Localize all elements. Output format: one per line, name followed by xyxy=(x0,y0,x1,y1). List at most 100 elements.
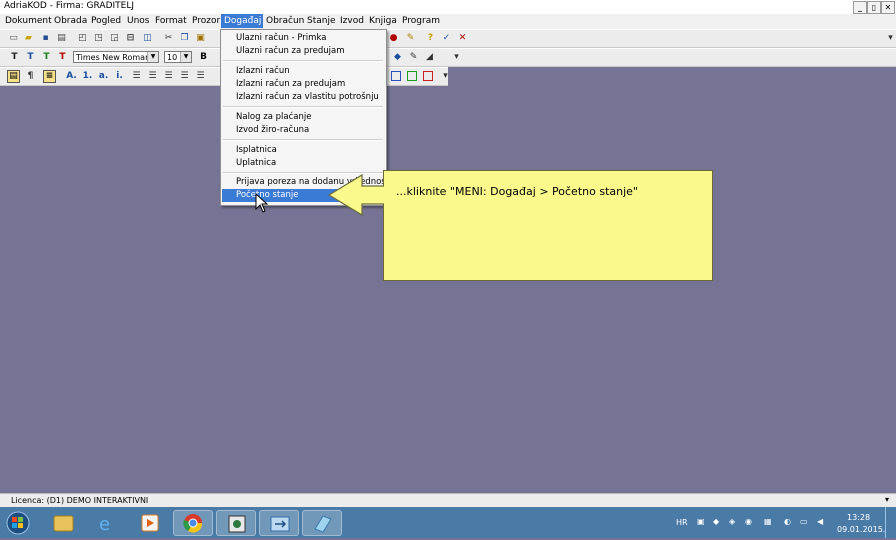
brush-icon[interactable]: ✎ xyxy=(408,52,419,63)
help-icon[interactable]: ? xyxy=(425,33,436,44)
zoom-out-icon[interactable]: ◲ xyxy=(109,33,120,44)
border-green-icon[interactable] xyxy=(407,71,417,81)
print-icon[interactable]: ▤ xyxy=(56,33,67,44)
clock-date[interactable]: 09.01.2015. xyxy=(837,525,885,534)
status-bar: Licenca: (D1) DEMO INTERAKTIVNI ▾ xyxy=(0,493,896,508)
tray-flag-icon[interactable]: ◐ xyxy=(784,517,791,526)
border-blue-icon[interactable] xyxy=(391,71,401,81)
tray-device-icon[interactable]: ▦ xyxy=(764,517,772,526)
tray-update-icon[interactable]: ◉ xyxy=(745,517,752,526)
toolbar-overflow-icon[interactable]: ▾ xyxy=(451,52,462,63)
mouse-pointer-icon xyxy=(255,193,269,213)
pen-icon[interactable]: ✎ xyxy=(405,33,416,44)
menu-separator xyxy=(223,60,383,62)
text-box-icon[interactable]: ≡ xyxy=(43,70,56,83)
paste-icon[interactable]: ▣ xyxy=(195,33,206,44)
tray-app-icon[interactable]: ◆ xyxy=(713,517,719,526)
minimize-button[interactable]: _ xyxy=(853,1,867,14)
tray-display-icon[interactable]: ▭ xyxy=(800,517,808,526)
heading1-icon[interactable]: A. xyxy=(66,71,77,82)
toolbar-overflow-icon[interactable]: ▾ xyxy=(885,33,896,44)
zoom-in-icon[interactable]: ◳ xyxy=(93,33,104,44)
record-icon[interactable]: ● xyxy=(388,33,399,44)
style-t3-icon[interactable]: T xyxy=(41,52,52,63)
heading2-icon[interactable]: a. xyxy=(98,71,109,82)
menu-item-izvod-ziro-racuna[interactable]: Izvod žiro-računa xyxy=(236,125,309,135)
menu-item-uplatnica[interactable]: Uplatnica xyxy=(236,158,276,168)
restore-button[interactable]: ▯ xyxy=(867,1,881,14)
border-red-icon[interactable] xyxy=(423,71,433,81)
menu-item-izlazni-racun-vlastita-potrosnja[interactable]: Izlazni račun za vlastitu potrošnju xyxy=(236,92,379,102)
media-player-icon[interactable] xyxy=(130,510,170,536)
menu-item-izlazni-racun-predujam[interactable]: Izlazni račun za predujam xyxy=(236,79,345,89)
explorer-task[interactable] xyxy=(43,510,83,536)
menu-item-ulazni-racun-predujam[interactable]: Ulazni račun za predujam xyxy=(236,46,345,56)
display-icon[interactable]: ▤ xyxy=(7,70,20,83)
menu-item-izlazni-racun[interactable]: Izlazni račun xyxy=(236,66,290,76)
menu-dogadaj[interactable]: Događaj xyxy=(221,14,264,28)
svg-text:e: e xyxy=(99,514,110,535)
font-name-select[interactable]: Times New Roman ▼ xyxy=(73,51,159,63)
save-icon[interactable]: ▪ xyxy=(40,33,51,44)
list-bullet-icon[interactable]: ☰ xyxy=(147,71,158,82)
toolbar-overflow-icon[interactable]: ▾ xyxy=(440,71,451,82)
menu-prozor[interactable]: Prozor xyxy=(192,16,220,26)
menu-item-nalog-za-placanje[interactable]: Nalog za plaćanje xyxy=(236,112,311,122)
style-t4-icon[interactable]: T xyxy=(57,52,68,63)
show-desktop-button[interactable] xyxy=(885,507,896,538)
page-icon[interactable]: ⊟ xyxy=(125,33,136,44)
columns-icon[interactable]: ◫ xyxy=(142,33,153,44)
menu-knjiga[interactable]: Knjiga xyxy=(369,16,397,26)
close-button[interactable]: ✕ xyxy=(881,1,895,14)
callout-arrow-icon xyxy=(327,173,384,217)
paragraph-icon[interactable]: ¶ xyxy=(25,71,36,82)
menu-pogled[interactable]: Pogled xyxy=(91,16,121,26)
menu-izvod[interactable]: Izvod xyxy=(340,16,364,26)
check-icon[interactable]: ✓ xyxy=(441,33,452,44)
bold-button[interactable]: B xyxy=(198,52,209,63)
align-icon[interactable]: ☰ xyxy=(195,71,206,82)
menu-obrada[interactable]: Obrada xyxy=(54,16,87,26)
menu-bar: Dokument Obrada Pogled Unos Format Prozo… xyxy=(0,14,896,29)
language-indicator[interactable]: HR xyxy=(676,518,688,527)
eraser-icon[interactable]: ◢ xyxy=(424,52,435,63)
style-t1-icon[interactable]: T xyxy=(9,52,20,63)
color-fill-icon[interactable]: ◆ xyxy=(392,52,403,63)
start-button[interactable] xyxy=(2,510,32,536)
copy-icon[interactable]: ❐ xyxy=(179,33,190,44)
delete-icon[interactable]: ✕ xyxy=(457,33,468,44)
menu-item-isplatnica[interactable]: Isplatnica xyxy=(236,145,277,155)
menu-program[interactable]: Program xyxy=(402,16,440,26)
cut-icon[interactable]: ✂ xyxy=(163,33,174,44)
menu-unos[interactable]: Unos xyxy=(127,16,150,26)
numbered1-icon[interactable]: 1. xyxy=(82,71,93,82)
licence-text: Licenca: (D1) DEMO INTERAKTIVNI xyxy=(11,496,149,505)
tray-security-icon[interactable]: ◈ xyxy=(729,517,735,526)
remote-desktop-icon[interactable] xyxy=(259,510,299,536)
adriakod-task-icon[interactable] xyxy=(216,510,256,536)
print-preview-icon[interactable]: ◰ xyxy=(77,33,88,44)
standard-toolbar: ▭ ▰ ▪ ▤ ◰ ◳ ◲ ⊟ ◫ ✂ ❐ ▣ ● ✎ ? ✓ ✕ ▾ xyxy=(0,29,896,48)
volume-icon[interactable]: ◀ xyxy=(817,517,823,526)
outdent-icon[interactable]: ☰ xyxy=(179,71,190,82)
open-folder-icon[interactable]: ▰ xyxy=(23,33,34,44)
menu-stanje[interactable]: Stanje xyxy=(307,16,336,26)
new-document-icon[interactable]: ▭ xyxy=(8,33,19,44)
indent-icon[interactable]: ☰ xyxy=(163,71,174,82)
menu-dokument[interactable]: Dokument xyxy=(5,16,52,26)
menu-format[interactable]: Format xyxy=(155,16,187,26)
window-title: AdriaKOD - Firma: GRADITELJ xyxy=(4,1,135,11)
menu-obracun[interactable]: Obračun xyxy=(266,16,304,26)
status-overflow-icon: ▾ xyxy=(885,495,890,504)
notepad-icon[interactable] xyxy=(302,510,342,536)
roman-icon[interactable]: i. xyxy=(114,71,125,82)
clock-time[interactable]: 13:28 xyxy=(847,513,870,522)
internet-explorer-icon[interactable]: e xyxy=(87,510,127,536)
list-numbered-icon[interactable]: ☰ xyxy=(131,71,142,82)
menu-separator xyxy=(223,106,383,108)
chrome-icon[interactable] xyxy=(173,510,213,536)
tray-network-icon[interactable]: ▣ xyxy=(697,517,705,526)
menu-item-ulazni-racun-primka[interactable]: Ulazni račun - Primka xyxy=(236,33,326,43)
style-t2-icon[interactable]: T xyxy=(25,52,36,63)
font-size-select[interactable]: 10 ▼ xyxy=(164,51,192,63)
